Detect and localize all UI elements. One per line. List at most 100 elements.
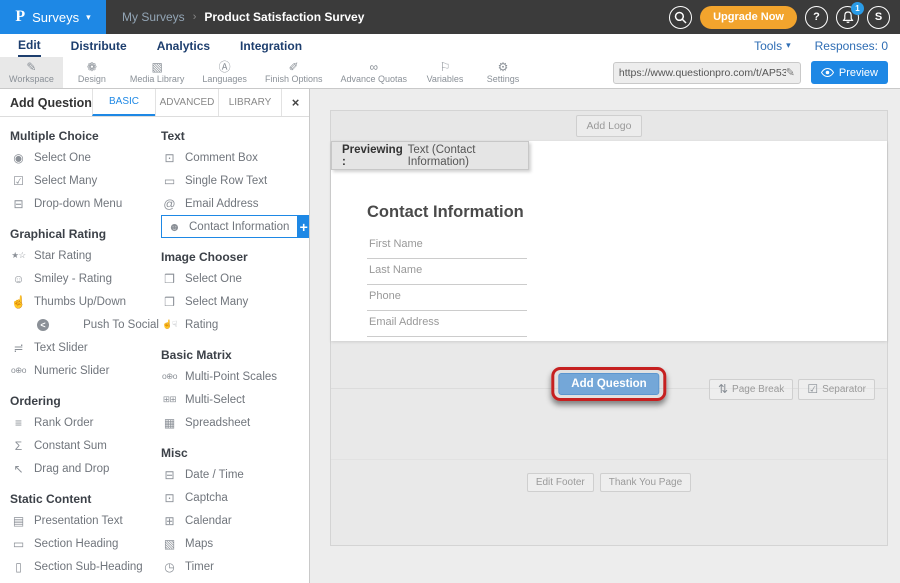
question-type-select-one[interactable]: ◉Select One bbox=[10, 146, 159, 169]
tab-analytics[interactable]: Analytics bbox=[157, 36, 210, 56]
question-type-select-many[interactable]: ☑Select Many bbox=[10, 169, 159, 192]
question-type-label: Section Sub-Heading bbox=[34, 561, 143, 573]
notifications-button[interactable]: 1 bbox=[836, 6, 859, 29]
stars-icon: ★☆ bbox=[10, 250, 27, 261]
add-logo-button[interactable]: Add Logo bbox=[576, 115, 643, 137]
question-type-thumbs-up-down[interactable]: ☝Thumbs Up/Down bbox=[10, 290, 159, 313]
question-type-label: Smiley - Rating bbox=[34, 273, 112, 285]
breadcrumb: My Surveys › Product Satisfaction Survey bbox=[122, 10, 364, 24]
thank-you-page-button[interactable]: Thank You Page bbox=[600, 473, 691, 492]
add-question-panel-header: Add Question BASIC ADVANCED LIBRARY × bbox=[0, 89, 309, 117]
question-type-multi-point-scales[interactable]: o⊕oMulti-Point Scales bbox=[161, 365, 309, 388]
email-address-field[interactable] bbox=[367, 314, 527, 337]
responses-link[interactable]: Responses: 0 bbox=[815, 39, 888, 53]
rank-order-icon: ≡ bbox=[10, 416, 27, 430]
separator-button[interactable]: ☑ Separator bbox=[798, 379, 875, 400]
question-category-text: Text⊡Comment Box▭Single Row Text@Email A… bbox=[161, 126, 309, 238]
question-type-maps[interactable]: ▧ Maps bbox=[161, 532, 309, 555]
tools-menu[interactable]: Tools ▾ bbox=[754, 39, 791, 53]
question-type-spreadsheet[interactable]: ▦Spreadsheet bbox=[161, 411, 309, 434]
question-type-star-rating[interactable]: ★☆Star Rating bbox=[10, 244, 159, 267]
maps-icon: ▧ bbox=[161, 537, 178, 551]
page-break-button[interactable]: ⇅ Page Break bbox=[709, 379, 793, 400]
question-type-columns: Multiple Choice◉Select One☑Select Many⊟D… bbox=[0, 117, 309, 578]
languages-icon: Ⓐ bbox=[219, 61, 231, 74]
top-bar: P Surveys ▾ My Surveys › Product Satisfa… bbox=[0, 0, 900, 34]
panel-title: Add Question bbox=[0, 89, 92, 116]
toolbar-tab-finish-options[interactable]: ✐Finish Options bbox=[256, 57, 332, 88]
question-type-comment-box[interactable]: ⊡Comment Box bbox=[161, 146, 309, 169]
question-type-date-time[interactable]: ⊟Date / Time bbox=[161, 463, 309, 486]
tab-distribute[interactable]: Distribute bbox=[71, 36, 127, 56]
question-type-label: Contact Information bbox=[189, 221, 289, 233]
last-name-field[interactable] bbox=[367, 262, 527, 285]
toolbar-tab-settings[interactable]: ⚙Settings bbox=[474, 57, 532, 88]
toolbar-tab-workspace[interactable]: ✎Workspace bbox=[0, 57, 63, 88]
question-type-label: Date / Time bbox=[185, 469, 244, 481]
tab-library[interactable]: LIBRARY bbox=[218, 89, 281, 116]
question-type-single-row-text[interactable]: ▭Single Row Text bbox=[161, 169, 309, 192]
question-type-push-to-social[interactable]: < Push To Social bbox=[10, 313, 159, 336]
phone-field[interactable] bbox=[367, 288, 527, 311]
question-type-text-slider[interactable]: ≓Text Slider bbox=[10, 336, 159, 359]
question-type-constant-sum[interactable]: ΣConstant Sum bbox=[10, 434, 159, 457]
first-name-field[interactable] bbox=[367, 236, 527, 259]
toolbar-tab-variables[interactable]: ⚐Variables bbox=[416, 57, 474, 88]
previewing-label: Previewing : bbox=[342, 144, 404, 168]
question-type-drop-down-menu[interactable]: ⊟Drop-down Menu bbox=[10, 192, 159, 215]
toolbar-tab-media-library[interactable]: ▧Media Library bbox=[121, 57, 194, 88]
question-type-numeric-slider[interactable]: o⊕oNumeric Slider bbox=[10, 359, 159, 382]
survey-url-input[interactable] bbox=[619, 67, 786, 79]
question-type-rating[interactable]: ☝☟Rating bbox=[161, 313, 309, 336]
edit-footer-button[interactable]: Edit Footer bbox=[527, 473, 594, 492]
question-type-drag-and-drop[interactable]: ↖Drag and Drop bbox=[10, 457, 159, 480]
question-type-contact-information[interactable]: ☻Contact Information+ bbox=[161, 215, 309, 238]
question-type-label: Rank Order bbox=[34, 417, 93, 429]
tab-advanced[interactable]: ADVANCED bbox=[155, 89, 218, 116]
toolbar-tab-languages[interactable]: ⒶLanguages bbox=[193, 57, 256, 88]
previewing-question-type: Text (Contact Information) bbox=[408, 144, 528, 168]
toolbar-tab-advance-quotas[interactable]: ∞Advance Quotas bbox=[331, 57, 416, 88]
question-type-select-many[interactable]: ❒Select Many bbox=[161, 290, 309, 313]
help-button[interactable]: ? bbox=[805, 6, 828, 29]
tab-basic[interactable]: BASIC bbox=[92, 89, 155, 116]
question-type-timer[interactable]: ◷Timer bbox=[161, 555, 309, 578]
edit-url-pencil-icon[interactable]: ✎ bbox=[786, 66, 795, 79]
tab-edit[interactable]: Edit bbox=[18, 35, 41, 57]
question-type-presentation-text[interactable]: ▤Presentation Text bbox=[10, 509, 159, 532]
toolbar-tab-label: Advance Quotas bbox=[340, 74, 407, 85]
question-category-heading: Multiple Choice bbox=[10, 126, 159, 146]
add-question-button[interactable]: Add Question bbox=[558, 373, 659, 395]
survey-canvas: Add Logo Previewing : Text (Contact Info… bbox=[330, 110, 888, 546]
logo-strip: Add Logo bbox=[331, 111, 887, 141]
app-menu-surveys[interactable]: P Surveys ▾ bbox=[0, 0, 106, 34]
toolbar-tab-design[interactable]: ❁Design bbox=[63, 57, 121, 88]
close-panel-button[interactable]: × bbox=[281, 89, 309, 116]
question-type-calendar[interactable]: ⊞Calendar bbox=[161, 509, 309, 532]
search-button[interactable] bbox=[669, 6, 692, 29]
breadcrumb-my-surveys[interactable]: My Surveys bbox=[122, 10, 185, 24]
question-category-heading: Ordering bbox=[10, 391, 159, 411]
previewing-tab: Previewing : Text (Contact Information) bbox=[331, 141, 529, 170]
question-type-label: Drop-down Menu bbox=[34, 198, 122, 210]
question-type-email-address[interactable]: @Email Address bbox=[161, 192, 309, 215]
question-type-label: Presentation Text bbox=[34, 515, 123, 527]
preview-button[interactable]: Preview bbox=[811, 61, 888, 84]
share-icon: < bbox=[37, 319, 49, 331]
tab-integration[interactable]: Integration bbox=[240, 36, 302, 56]
question-type-captcha[interactable]: ⊡Captcha bbox=[161, 486, 309, 509]
user-avatar[interactable]: S bbox=[867, 6, 890, 29]
question-type-label: Push To Social bbox=[83, 319, 159, 331]
break-buttons: ⇅ Page Break ☑ Separator bbox=[709, 379, 875, 400]
question-type-label: Maps bbox=[185, 538, 213, 550]
add-question-panel: Add Question BASIC ADVANCED LIBRARY × Mu… bbox=[0, 89, 310, 583]
question-type-section-sub-heading[interactable]: ▯Section Sub-Heading bbox=[10, 555, 159, 578]
upgrade-now-button[interactable]: Upgrade Now bbox=[700, 6, 797, 29]
question-type-select-one[interactable]: ❒Select One bbox=[161, 267, 309, 290]
question-type-smiley-rating[interactable]: ☺Smiley - Rating bbox=[10, 267, 159, 290]
question-preview-card: Previewing : Text (Contact Information) … bbox=[331, 141, 887, 341]
question-type-multi-select[interactable]: ⊞⊞Multi-Select bbox=[161, 388, 309, 411]
question-type-rank-order[interactable]: ≡ Rank Order bbox=[10, 411, 159, 434]
add-selected-question-button[interactable]: + bbox=[298, 215, 309, 238]
question-type-section-heading[interactable]: ▭Section Heading bbox=[10, 532, 159, 555]
